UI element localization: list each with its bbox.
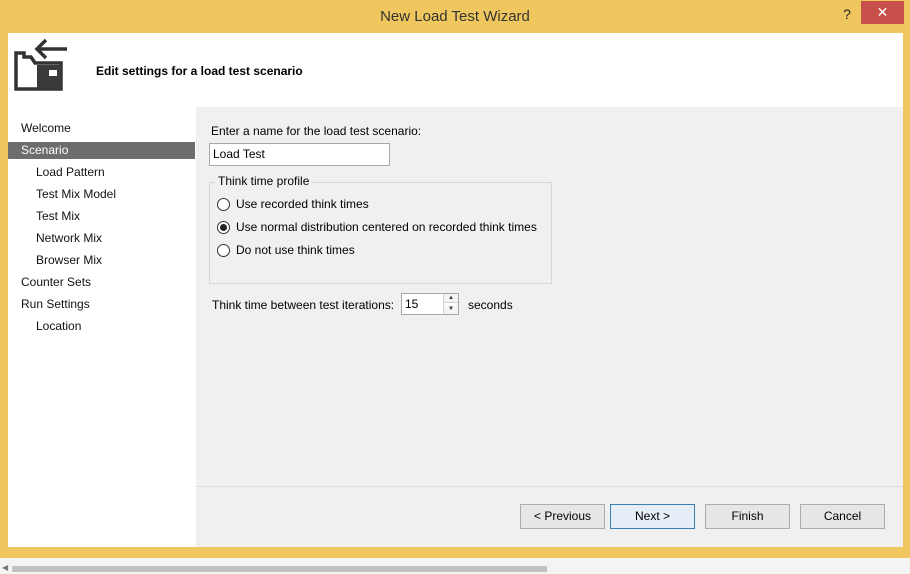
iterations-label: Think time between test iterations:: [212, 298, 395, 312]
nav-item-load-pattern[interactable]: Load Pattern: [8, 164, 195, 181]
nav-item-counter-sets[interactable]: Counter Sets: [8, 274, 195, 291]
spinner-down-icon[interactable]: ▼: [444, 305, 458, 314]
iterations-value[interactable]: 15: [405, 297, 418, 311]
iterations-unit: seconds: [468, 298, 513, 312]
wizard-folder-icon: [14, 38, 67, 91]
scenario-name-label: Enter a name for the load test scenario:: [211, 124, 422, 138]
button-separator: [196, 486, 903, 487]
spinner-arrows: ▲ ▼: [443, 294, 458, 314]
wizard-nav: Welcome Scenario Load Pattern Test Mix Mode…: [8, 107, 196, 547]
background-scrollbar[interactable]: ◀: [0, 558, 910, 574]
radio-recorded-think-times[interactable]: [217, 198, 230, 211]
radio-no-think-times-label[interactable]: Do not use think times: [236, 243, 355, 257]
nav-item-test-mix[interactable]: Test Mix: [8, 208, 195, 225]
scenario-name-input[interactable]: Load Test: [209, 143, 390, 166]
help-button[interactable]: ?: [836, 4, 858, 24]
nav-item-browser-mix[interactable]: Browser Mix: [8, 252, 195, 269]
nav-item-scenario[interactable]: Scenario: [8, 142, 195, 159]
radio-recorded-think-times-label[interactable]: Use recorded think times: [236, 197, 369, 211]
cancel-button[interactable]: Cancel: [800, 504, 885, 529]
window-frame: New Load Test Wizard ? ✕ Edit settings f…: [0, 0, 910, 558]
nav-item-welcome[interactable]: Welcome: [8, 120, 195, 137]
scenario-panel: Enter a name for the load test scenario:…: [196, 107, 903, 547]
next-button[interactable]: Next >: [610, 504, 695, 529]
radio-normal-distribution-label[interactable]: Use normal distribution centered on reco…: [236, 220, 537, 234]
nav-item-run-settings[interactable]: Run Settings: [8, 296, 195, 313]
radio-normal-distribution[interactable]: [217, 221, 230, 234]
header-title: Edit settings for a load test scenario: [96, 64, 303, 78]
nav-item-test-mix-model[interactable]: Test Mix Model: [8, 186, 195, 203]
iterations-spinner[interactable]: 15 ▲ ▼: [401, 293, 459, 315]
wizard-header: Edit settings for a load test scenario: [8, 33, 903, 107]
nav-item-network-mix[interactable]: Network Mix: [8, 230, 195, 247]
radio-no-think-times[interactable]: [217, 244, 230, 257]
think-time-group-title: Think time profile: [215, 174, 313, 188]
finish-button[interactable]: Finish: [705, 504, 790, 529]
previous-button[interactable]: < Previous: [520, 504, 605, 529]
nav-item-location[interactable]: Location: [8, 318, 195, 335]
window-title: New Load Test Wizard: [380, 8, 530, 25]
wizard-client-area: Edit settings for a load test scenario W…: [8, 33, 903, 547]
scroll-left-icon[interactable]: ◀: [2, 563, 8, 572]
spinner-up-icon[interactable]: ▲: [444, 294, 458, 303]
title-bar[interactable]: New Load Test Wizard ? ✕: [0, 0, 910, 33]
scroll-thumb[interactable]: [12, 566, 547, 572]
close-button[interactable]: ✕: [861, 1, 904, 24]
